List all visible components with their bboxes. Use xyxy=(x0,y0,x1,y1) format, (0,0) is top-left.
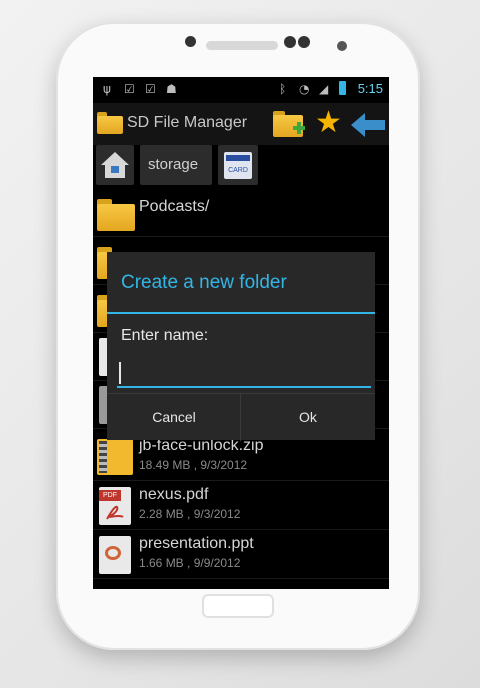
earpiece-speaker xyxy=(206,41,278,50)
dialog-title-divider xyxy=(107,312,375,314)
file-meta: 2.28 MB , 9/3/2012 xyxy=(139,507,241,521)
ppt-file-icon xyxy=(99,536,131,574)
dialog-prompt: Enter name: xyxy=(121,327,209,344)
file-name: presentation.ppt xyxy=(139,535,254,552)
text-cursor xyxy=(119,362,121,384)
phone-screen: ψ ☑ ☑ ☗ ᛒ ◔ ◢ 5:15 SD File Manager ★ sto… xyxy=(93,77,389,589)
camera-lens-2 xyxy=(298,36,310,48)
folder-name-input[interactable] xyxy=(117,354,371,388)
zip-file-icon xyxy=(97,439,133,475)
pdf-file-icon: PDF xyxy=(99,487,131,525)
dialog-buttons: Cancel Ok xyxy=(107,393,375,441)
front-sensor xyxy=(185,36,196,47)
file-meta: 18.49 MB , 9/3/2012 xyxy=(139,458,248,472)
file-meta: 1.66 MB , 9/9/2012 xyxy=(139,556,241,570)
acrobat-icon xyxy=(106,505,124,520)
list-item[interactable]: presentation.ppt 1.66 MB , 9/9/2012 xyxy=(93,531,389,579)
proximity-sensor xyxy=(337,41,347,51)
camera-lens xyxy=(284,36,296,48)
pdf-badge: PDF xyxy=(99,490,121,501)
dialog-title: Create a new folder xyxy=(121,272,287,293)
cancel-button[interactable]: Cancel xyxy=(107,394,241,441)
ok-button[interactable]: Ok xyxy=(241,394,375,441)
file-name: nexus.pdf xyxy=(139,486,209,503)
create-folder-dialog: Create a new folder Enter name: Cancel O… xyxy=(107,252,375,441)
home-button[interactable] xyxy=(202,594,274,618)
list-item[interactable]: PDF nexus.pdf 2.28 MB , 9/3/2012 xyxy=(93,482,389,530)
